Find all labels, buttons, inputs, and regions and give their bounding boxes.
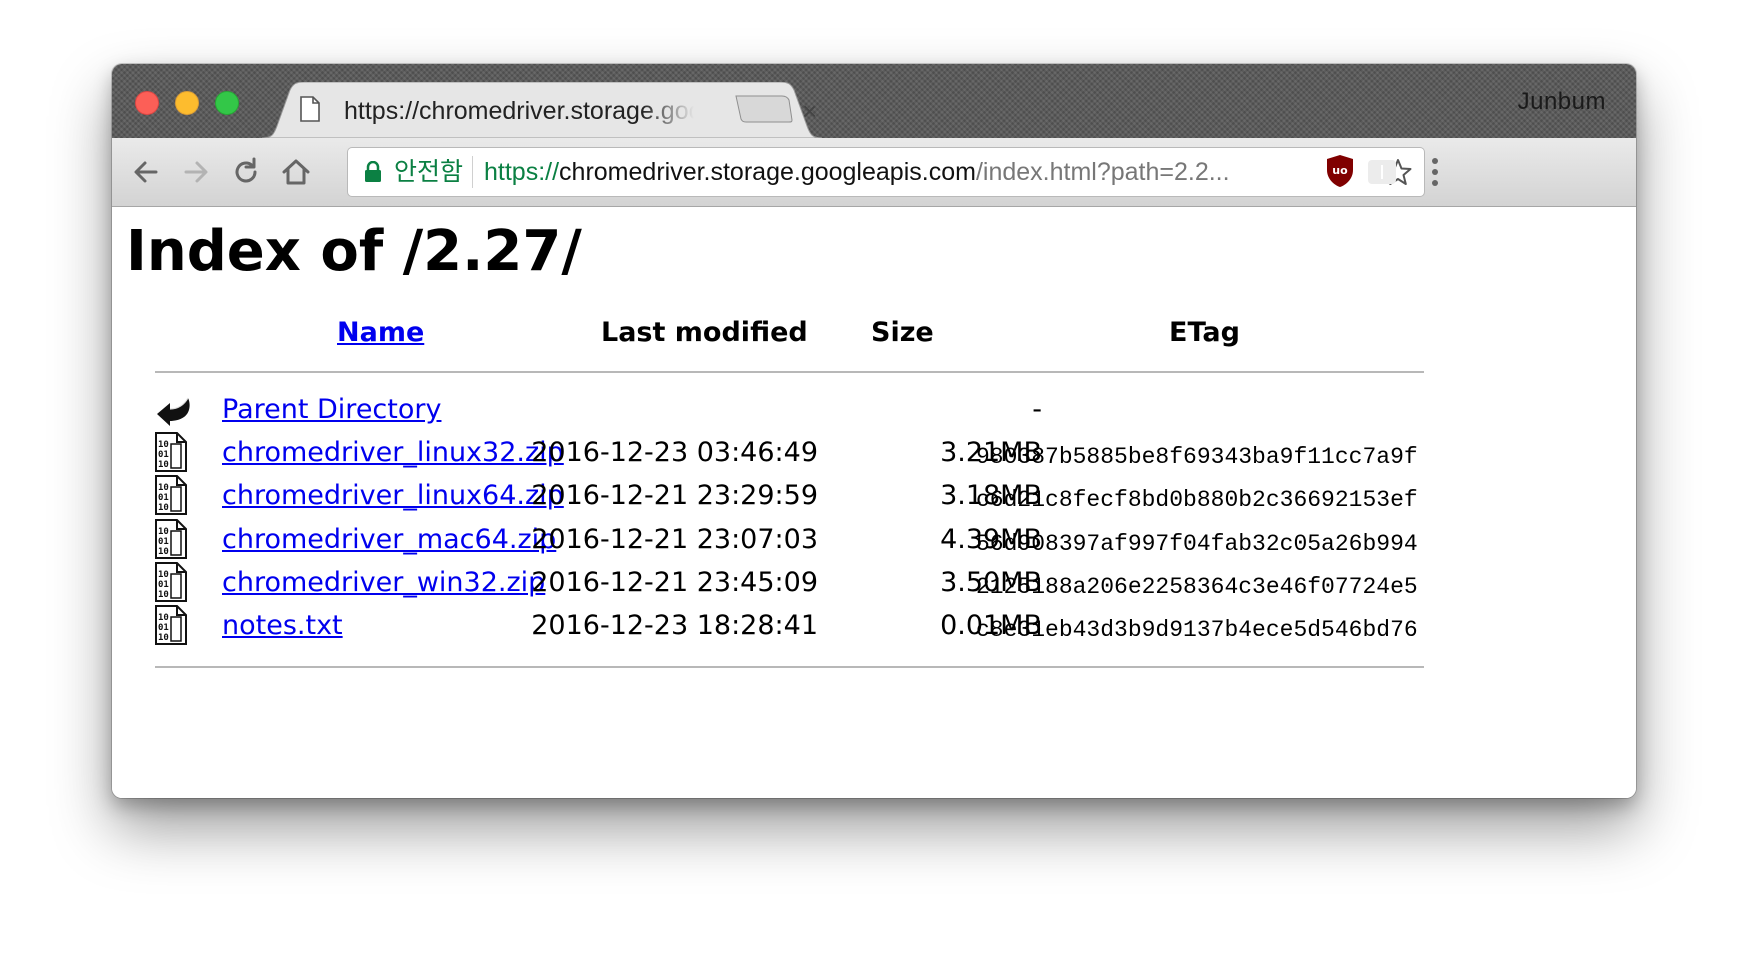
svg-text:10: 10 — [158, 633, 169, 643]
file-link[interactable]: notes.txt — [222, 607, 343, 645]
column-header-etag: ETag — [1169, 317, 1240, 348]
svg-text:10: 10 — [158, 483, 169, 493]
file-link[interactable]: chromedriver_linux64.zip — [222, 477, 564, 515]
table-row: 10 01 10 chromedriver_linux64.zip 2016-12-21… — [112, 475, 1636, 520]
file-link[interactable]: chromedriver_mac64.zip — [222, 521, 556, 559]
binary-file-icon: 10 01 10 — [154, 432, 188, 476]
extension-bar — [1381, 165, 1383, 179]
parent-directory-link[interactable]: Parent Directory — [222, 391, 441, 429]
extension-button[interactable] — [1368, 160, 1396, 184]
file-modified: 2016-12-23 18:28:41 — [531, 610, 818, 642]
svg-text:10: 10 — [158, 527, 169, 537]
file-link[interactable]: chromedriver_win32.zip — [222, 564, 545, 602]
arrow-right-icon[interactable] — [180, 156, 212, 188]
url-scheme: https:// — [484, 158, 560, 186]
file-etag: c8e31eb43d3b9d9137b4ece5d546bd76 — [976, 617, 1418, 644]
binary-file-icon: 10 01 10 — [154, 605, 188, 649]
file-modified: 2016-12-21 23:45:09 — [531, 566, 818, 598]
file-modified: 2016-12-21 23:07:03 — [531, 523, 818, 555]
omnibox-divider — [472, 156, 473, 188]
table-row: 10 01 10 notes.txt 2016-12-23 18:28:41 0.01MB… — [112, 605, 1636, 650]
footer-rule — [155, 666, 1424, 668]
address-bar[interactable]: 안전함 https://chromedriver.storage.googlea… — [348, 148, 1424, 196]
svg-text:10: 10 — [158, 460, 169, 470]
file-etag: c6d21c8fecf8bd0b880b2c36692153ef — [976, 487, 1418, 514]
page-content: Index of /2.27/ Name Last modified Size … — [112, 207, 1636, 798]
binary-file-icon: 10 01 10 — [154, 518, 188, 563]
parent-size: - — [1032, 394, 1042, 425]
browser-window: https://chromedriver.storage.googleapis.… — [112, 64, 1636, 798]
svg-text:10: 10 — [158, 613, 169, 623]
svg-text:01: 01 — [158, 537, 169, 547]
url-path: /index.html?path=2.2... — [975, 158, 1230, 186]
tab-close-button[interactable]: × — [802, 98, 817, 124]
file-etag: 980387b5885be8f69343ba9f11cc7a9f — [976, 444, 1418, 470]
tab-title: https://chromedriver.storage.googleapis.… — [344, 97, 694, 125]
table-row-parent: Parent Directory - — [112, 391, 1636, 434]
svg-text:01: 01 — [158, 493, 169, 503]
sort-by-name-link[interactable]: Name — [337, 317, 424, 348]
file-modified: 2016-12-21 23:29:59 — [531, 480, 818, 512]
url-text[interactable]: https://chromedriver.storage.googleapis.… — [484, 157, 1230, 187]
table-row: 10 01 10 chromedriver_linux32.zip 2016-12-23… — [112, 432, 1636, 477]
lock-icon — [365, 161, 381, 182]
header-rule — [155, 371, 1424, 373]
file-etag: 2125188a206e2258364c3e46f07724e5 — [976, 573, 1418, 600]
svg-text:10: 10 — [158, 570, 169, 580]
binary-file-icon: 10 01 10 — [154, 561, 188, 606]
svg-text:10: 10 — [158, 503, 169, 513]
ublock-icon[interactable]: uo — [1326, 154, 1354, 188]
minimize-window-button[interactable] — [175, 91, 199, 115]
file-link[interactable]: chromedriver_linux32.zip — [222, 434, 564, 472]
profile-name[interactable]: Junbum — [1518, 88, 1606, 116]
column-header-name: Name — [337, 313, 424, 353]
reload-icon[interactable] — [230, 156, 262, 188]
svg-text:10: 10 — [158, 440, 169, 450]
svg-text:01: 01 — [158, 623, 169, 633]
table-row: 10 01 10 chromedriver_win32.zip 2016-12-21 2… — [112, 561, 1636, 607]
column-header-size: Size — [871, 317, 934, 348]
vertical-dots-icon[interactable] — [1430, 156, 1440, 188]
toolbar: 안전함 https://chromedriver.storage.googlea… — [112, 138, 1636, 207]
file-etag: 56d908397af997f04fab32c05a26b994 — [976, 530, 1418, 557]
svg-text:10: 10 — [158, 547, 169, 557]
url-host: chromedriver.storage.googleapis.com — [559, 158, 976, 186]
svg-text:01: 01 — [158, 580, 169, 590]
home-icon[interactable] — [280, 156, 312, 188]
svg-text:10: 10 — [158, 590, 169, 600]
svg-text:01: 01 — [158, 450, 169, 460]
binary-file-icon: 10 01 10 — [154, 475, 188, 519]
page-title: Index of /2.27/ — [126, 219, 582, 284]
table-row: 10 01 10 chromedriver_mac64.zip 2016-12-21 2… — [112, 518, 1636, 564]
arrow-left-icon[interactable] — [130, 156, 162, 188]
column-header-last-modified: Last modified — [601, 317, 808, 348]
svg-text:uo: uo — [1332, 164, 1348, 177]
page-icon — [300, 96, 320, 127]
tab-bar: https://chromedriver.storage.googleapis.… — [112, 64, 1636, 138]
secure-label[interactable]: 안전함 — [394, 157, 463, 187]
close-window-button[interactable] — [135, 91, 159, 115]
file-modified: 2016-12-23 03:46:49 — [531, 437, 818, 468]
back-arrow-icon — [157, 397, 190, 426]
zoom-window-button[interactable] — [215, 91, 239, 115]
new-tab-button[interactable] — [734, 94, 794, 124]
